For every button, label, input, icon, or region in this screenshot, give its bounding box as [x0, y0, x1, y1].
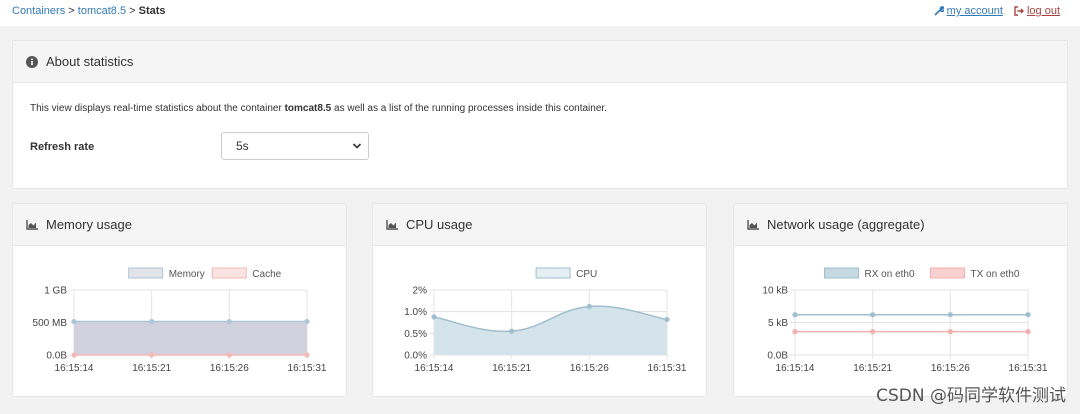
data-point	[149, 352, 155, 358]
x-tick-label: 16:15:31	[288, 363, 327, 374]
data-point	[304, 318, 310, 325]
data-point	[71, 318, 77, 325]
x-tick-label: 16:15:26	[570, 363, 609, 374]
legend-label: CPU	[576, 269, 597, 280]
log-out-label: log out	[1026, 5, 1060, 17]
cpu-usage-header: CPU usage	[373, 204, 706, 246]
y-tick-label: 0.0B	[46, 351, 67, 362]
data-point	[304, 352, 310, 358]
data-point	[149, 318, 155, 325]
data-point	[1025, 329, 1031, 335]
y-tick-label: 5 kB	[768, 318, 788, 329]
data-point	[947, 312, 953, 318]
memory-usage-title: Memory usage	[46, 217, 132, 232]
legend-swatch	[930, 267, 965, 279]
log-out-link[interactable]: log out	[1014, 5, 1060, 17]
data-point	[226, 352, 232, 358]
data-point	[586, 303, 592, 310]
cpu-usage-panel: CPU usage CPU 2% 1.0% 0.5% 0.0% 16:15:14 16:15…	[372, 203, 707, 397]
data-point	[431, 314, 437, 320]
y-tick-label: 1.0%	[404, 307, 427, 318]
breadcrumb-separator: >	[129, 5, 136, 17]
legend-swatch	[535, 267, 571, 279]
data-point	[509, 328, 515, 334]
breadcrumb-container-link[interactable]: tomcat8.5	[78, 5, 126, 17]
x-tick-label: 16:15:14	[776, 363, 815, 374]
sign-out-icon	[1014, 6, 1024, 16]
network-usage-chart: RX on eth0 TX on eth0 10 kB 5 kB 0.0B16:15:1…	[762, 267, 1048, 374]
refresh-rate-select[interactable]: 5s	[221, 132, 369, 160]
x-tick-label: 16:15:31	[648, 363, 687, 374]
breadcrumb-separator: >	[68, 5, 75, 17]
series-area	[434, 306, 667, 355]
about-description: This view displays real-time statistics …	[30, 103, 1050, 114]
data-point	[226, 318, 232, 325]
cpu-usage-title: CPU usage	[406, 217, 473, 232]
y-tick-label: 0.0%	[404, 351, 427, 362]
watermark: CSDN @码同学软件测试	[876, 386, 1066, 406]
legend-label: Memory	[169, 269, 205, 280]
x-tick-label: 16:15:26	[931, 363, 970, 374]
data-point	[792, 329, 798, 335]
description-container-name: tomcat8.5	[284, 103, 332, 114]
legend-swatch	[824, 267, 859, 279]
area-chart-icon	[747, 219, 759, 230]
x-tick-label: 16:15:21	[132, 363, 171, 374]
legend-label: Cache	[252, 269, 281, 280]
memory-usage-header: Memory usage	[13, 204, 346, 246]
refresh-rate-value: 5s	[236, 139, 249, 153]
y-tick-label: 0.5%	[404, 329, 427, 340]
x-tick-label: 16:15:31	[1009, 363, 1048, 374]
network-usage-title: Network usage (aggregate)	[767, 217, 925, 232]
legend-label: TX on eth0	[971, 269, 1020, 280]
x-tick-label: 16:15:21	[492, 363, 531, 374]
about-statistics-panel: About statistics This view displays real…	[12, 40, 1068, 189]
legend-label: RX on eth0	[865, 269, 915, 280]
breadcrumb-current: Stats	[138, 5, 166, 17]
area-chart-icon	[26, 219, 38, 230]
memory-usage-panel: Memory usage Memory Cache 1 GB 500 MB 0.0B 16…	[12, 203, 347, 397]
top-bar: Containers > tomcat8.5 > Stats my accoun…	[0, 0, 1080, 26]
cpu-usage-chart: CPU 2% 1.0% 0.5% 0.0%16:15:14 16:15:21 16:15:2…	[404, 267, 687, 374]
y-tick-label: 500 MB	[33, 318, 68, 329]
data-point	[870, 329, 876, 335]
chevron-down-icon	[352, 143, 362, 149]
legend-swatch	[128, 267, 164, 279]
network-usage-header: Network usage (aggregate)	[734, 204, 1067, 246]
data-point	[870, 312, 876, 318]
y-tick-label: 2%	[413, 286, 428, 297]
about-statistics-title: About statistics	[46, 54, 134, 69]
refresh-rate-row: Refresh rate 5s	[30, 132, 1050, 162]
description-text: as well as a list of the running process…	[334, 103, 607, 114]
x-tick-label: 16:15:21	[853, 363, 892, 374]
wrench-icon	[934, 5, 945, 16]
info-icon	[26, 55, 38, 68]
data-point	[792, 312, 798, 318]
data-point	[1025, 312, 1031, 318]
network-usage-panel: Network usage (aggregate) RX on eth0 TX o…	[733, 203, 1068, 397]
y-tick-label: 10 kB	[762, 286, 788, 297]
area-chart-icon	[386, 219, 398, 230]
x-tick-label: 16:15:14	[55, 363, 94, 374]
about-statistics-header: About statistics	[13, 41, 1067, 83]
data-point	[71, 352, 77, 358]
breadcrumb: Containers > tomcat8.5 > Stats	[12, 5, 166, 17]
memory-usage-chart: Memory Cache 1 GB 500 MB 0.0B16:15:14 16:15:2…	[33, 267, 327, 374]
legend-swatch	[211, 267, 247, 279]
account-links: my account log out	[934, 5, 1060, 17]
x-tick-label: 16:15:26	[210, 363, 249, 374]
my-account-label: my account	[946, 5, 1003, 17]
data-point	[664, 316, 670, 323]
refresh-rate-label: Refresh rate	[30, 141, 95, 153]
description-text: This view displays real-time statistics …	[30, 103, 282, 114]
breadcrumb-containers-link[interactable]: Containers	[12, 5, 65, 17]
my-account-link[interactable]: my account	[934, 5, 1003, 17]
y-tick-label: 1 GB	[44, 286, 67, 297]
y-tick-label: 0.0B	[767, 351, 788, 362]
data-point	[947, 329, 953, 335]
x-tick-label: 16:15:14	[415, 363, 454, 374]
series-area	[74, 321, 307, 355]
